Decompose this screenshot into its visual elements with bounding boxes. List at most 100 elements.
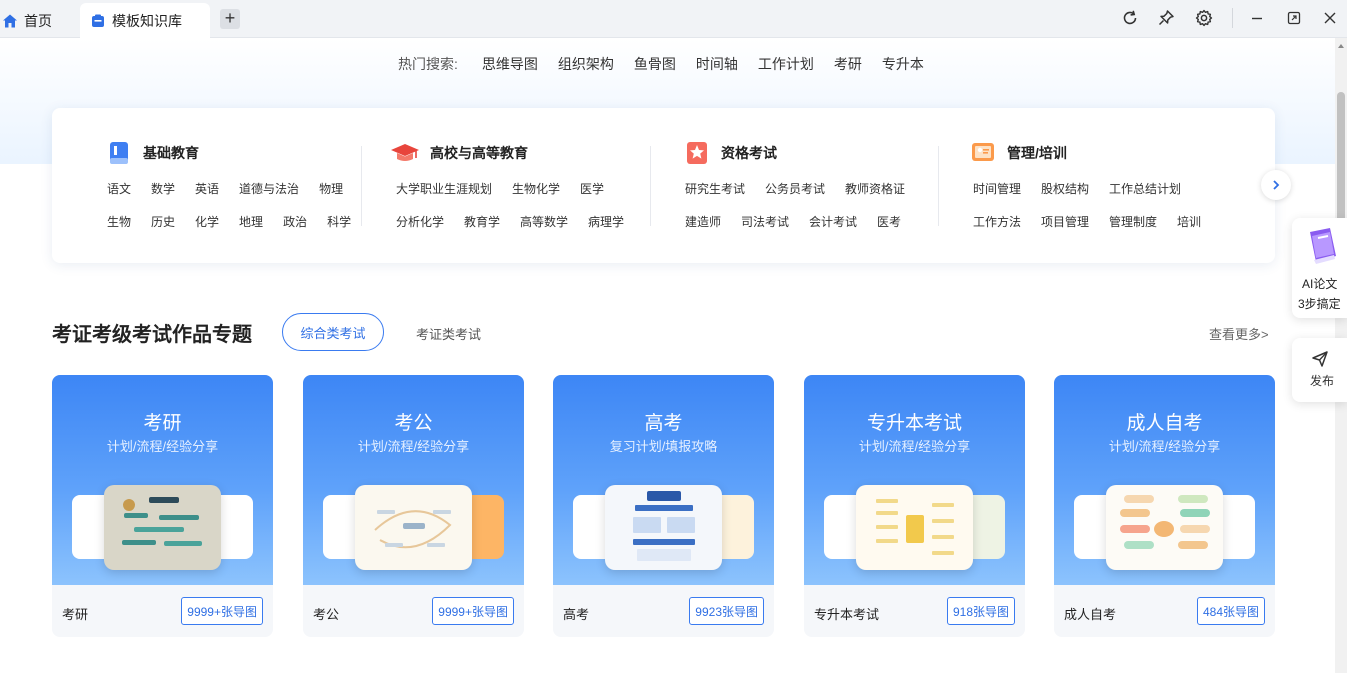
category-tag[interactable]: 管理制度 <box>1109 213 1157 230</box>
send-icon <box>1312 351 1328 367</box>
tab-home-label: 首页 <box>24 12 52 29</box>
hot-search-link[interactable]: 鱼骨图 <box>634 54 676 74</box>
topic-card[interactable]: 考研 计划/流程/经验分享 考研 9999+张导图 <box>52 375 273 637</box>
category-tag[interactable]: 司法考试 <box>741 213 789 230</box>
hot-search-label: 热门搜索: <box>398 56 458 72</box>
hot-search-link[interactable]: 思维导图 <box>482 54 538 74</box>
category-tag[interactable]: 语文 <box>107 180 131 197</box>
category-next-button[interactable] <box>1261 170 1291 200</box>
category-tags-row: 分析化学 教育学 高等数学 病理学 <box>396 213 644 230</box>
category-heading[interactable]: 资格考试 <box>685 138 925 168</box>
book-icon <box>110 142 128 164</box>
tab-template-library[interactable]: 模板知识库 <box>80 3 210 38</box>
category-tag[interactable]: 数学 <box>151 180 175 197</box>
publish-label: 发布 <box>1310 374 1335 388</box>
card-name: 成人自考 <box>1064 607 1117 622</box>
refresh-button[interactable] <box>1118 6 1142 30</box>
category-tag[interactable]: 工作方法 <box>973 213 1021 230</box>
card-title: 考公 <box>394 413 433 434</box>
card-name: 考研 <box>62 607 89 622</box>
category-tag[interactable]: 科学 <box>327 213 351 230</box>
add-tab-button[interactable]: + <box>220 9 240 29</box>
tab-comprehensive-exams[interactable]: 综合类考试 <box>282 313 384 351</box>
category-tag[interactable]: 生物化学 <box>512 180 560 197</box>
category-tag[interactable]: 医考 <box>877 213 901 230</box>
category-tag[interactable]: 物理 <box>319 180 343 197</box>
category-tag[interactable]: 时间管理 <box>973 180 1021 197</box>
category-tag[interactable]: 道德与法治 <box>239 180 299 197</box>
category-tag[interactable]: 教师资格证 <box>845 180 905 197</box>
card-count-badge: 918张导图 <box>946 597 1015 625</box>
card-subtitle: 计划/流程/经验分享 <box>1108 439 1221 454</box>
home-icon <box>3 14 17 27</box>
ai-widget-line2: 3步搞定 <box>1298 297 1341 311</box>
category-tag[interactable]: 研究生考试 <box>685 180 745 197</box>
category-tag[interactable]: 政治 <box>283 213 307 230</box>
tab-home[interactable]: 首页 <box>0 3 52 38</box>
category-tags-row: 生物 历史 化学 地理 政治 科学 <box>107 213 371 230</box>
category-tag[interactable]: 生物 <box>107 213 131 230</box>
card-count-badge: 9923张导图 <box>689 597 764 625</box>
tab-certificate-exams[interactable]: 考证类考试 <box>416 324 481 343</box>
category-heading[interactable]: 管理/培训 <box>971 138 1221 168</box>
hot-search-link[interactable]: 时间轴 <box>696 54 738 74</box>
category-tag[interactable]: 化学 <box>195 213 219 230</box>
category-tag[interactable]: 高等数学 <box>520 213 568 230</box>
scroll-up-arrow-icon[interactable] <box>1337 42 1345 50</box>
restore-button[interactable] <box>1282 6 1306 30</box>
card-subtitle: 计划/流程/经验分享 <box>858 439 971 454</box>
card-name: 考公 <box>313 607 340 622</box>
minimize-button[interactable] <box>1245 6 1269 30</box>
category-tags-row: 大学职业生涯规划 生物化学 医学 <box>396 180 644 197</box>
category-tag[interactable]: 股权结构 <box>1041 180 1089 197</box>
restore-icon <box>1287 11 1301 25</box>
category-tag[interactable]: 病理学 <box>588 213 624 230</box>
card-count-badge: 484张导图 <box>1196 597 1265 625</box>
hot-search-link[interactable]: 工作计划 <box>758 54 814 74</box>
card-title: 成人自考 <box>1126 413 1203 434</box>
category-heading[interactable]: 高校与高等教育 <box>390 138 644 168</box>
pin-button[interactable] <box>1154 6 1178 30</box>
mindmap-thumbnail <box>374 510 452 549</box>
category-tag[interactable]: 分析化学 <box>396 213 444 230</box>
category-panel: 基础教育 语文 数学 英语 道德与法治 物理 生物 历史 化学 地理 政治 科学… <box>52 108 1275 263</box>
template-box-icon <box>92 14 104 27</box>
section-title: 考证考级考试作品专题 <box>52 324 252 346</box>
mindmap-thumbnail <box>122 497 202 546</box>
category-heading[interactable]: 基础教育 <box>107 138 371 168</box>
category-tag[interactable]: 医学 <box>580 180 604 197</box>
category-tag[interactable]: 英语 <box>195 180 219 197</box>
ai-book-icon <box>1310 228 1336 264</box>
topic-card[interactable]: 考公 计划/流程/经验分享 考公 9999+张导图 <box>303 375 524 637</box>
hot-search-link[interactable]: 组织架构 <box>558 54 614 74</box>
category-tag[interactable]: 大学职业生涯规划 <box>396 180 492 197</box>
publish-button[interactable]: 发布 <box>1292 338 1347 402</box>
topic-card[interactable]: 高考 复习计划/填报攻略 高考 9923张导图 <box>553 375 774 637</box>
category-tag[interactable]: 工作总结计划 <box>1109 180 1181 197</box>
settings-button[interactable] <box>1192 6 1216 30</box>
close-window-button[interactable] <box>1318 6 1342 30</box>
card-count-badge: 9999+张导图 <box>432 597 514 625</box>
card-preview-main <box>355 485 472 570</box>
category-group-basic-education: 基础教育 语文 数学 英语 道德与法治 物理 生物 历史 化学 地理 政治 科学 <box>107 138 371 230</box>
graduation-cap-icon <box>391 144 419 161</box>
category-tag[interactable]: 教育学 <box>464 213 500 230</box>
category-tag[interactable]: 地理 <box>239 213 263 230</box>
view-more-link[interactable]: 查看更多> <box>1209 324 1269 343</box>
category-tag[interactable]: 公务员考试 <box>765 180 825 197</box>
category-tag[interactable]: 会计考试 <box>809 213 857 230</box>
ai-paper-widget[interactable]: AI论文 3步搞定 <box>1292 218 1347 318</box>
category-tag[interactable]: 培训 <box>1177 213 1201 230</box>
topic-card[interactable]: 专升本考试 计划/流程/经验分享 专升本考试 918张导图 <box>804 375 1025 637</box>
mindmap-thumbnail <box>633 491 695 561</box>
category-tag[interactable]: 项目管理 <box>1041 213 1089 230</box>
gear-icon <box>1195 9 1213 27</box>
topic-card[interactable]: 成人自考 计划/流程/经验分享 成人自考 484张导图 <box>1054 375 1275 637</box>
hot-search-link[interactable]: 考研 <box>834 54 862 74</box>
card-title: 考研 <box>143 413 182 434</box>
hot-search-link[interactable]: 专升本 <box>882 54 924 74</box>
window-controls-divider <box>1232 8 1233 28</box>
card-subtitle: 复习计划/填报攻略 <box>609 439 718 454</box>
category-tag[interactable]: 历史 <box>151 213 175 230</box>
category-tag[interactable]: 建造师 <box>685 213 721 230</box>
